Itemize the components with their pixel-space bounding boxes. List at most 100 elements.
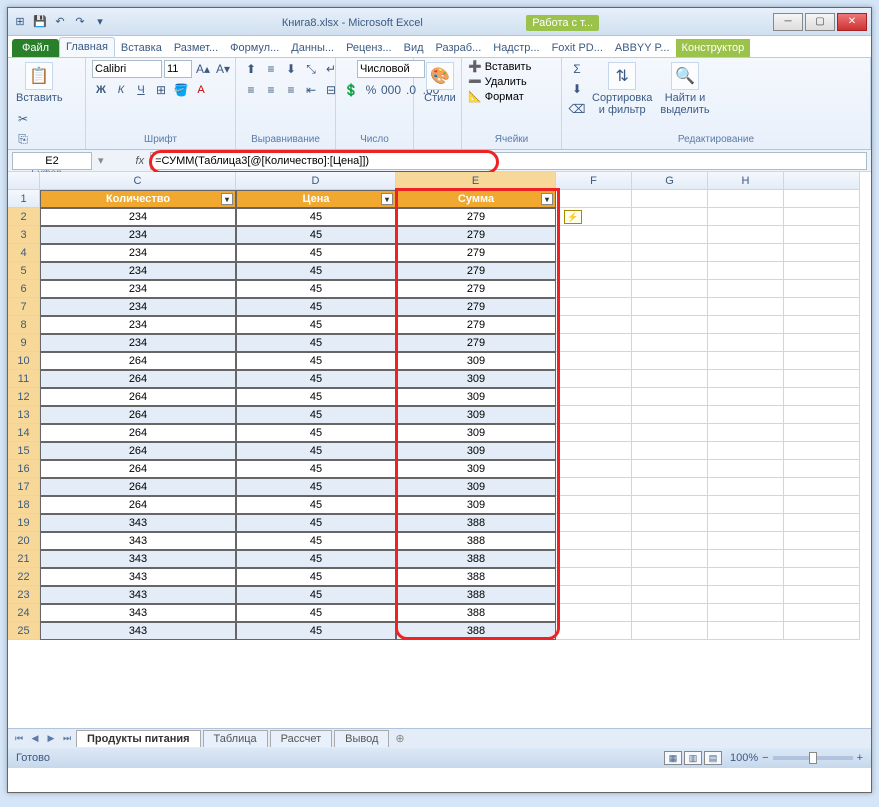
cell[interactable]	[708, 622, 784, 640]
namebox-dropdown-icon[interactable]: ▾	[98, 154, 104, 167]
font-name-input[interactable]	[92, 60, 162, 78]
cell-grid[interactable]: CDEFGH1Количество▾Цена▾Сумма▾22344527932…	[8, 172, 871, 640]
cell[interactable]	[632, 280, 708, 298]
row-header[interactable]: 24	[8, 604, 40, 622]
cell[interactable]	[708, 370, 784, 388]
cell[interactable]	[784, 370, 860, 388]
cell[interactable]	[556, 478, 632, 496]
cell[interactable]: 264	[40, 406, 236, 424]
cell[interactable]	[632, 568, 708, 586]
cell[interactable]	[784, 604, 860, 622]
row-header[interactable]: 7	[8, 298, 40, 316]
cell[interactable]: 45	[236, 424, 396, 442]
cell[interactable]	[708, 514, 784, 532]
cell[interactable]: 45	[236, 442, 396, 460]
row-header[interactable]: 21	[8, 550, 40, 568]
cell[interactable]	[556, 496, 632, 514]
row-header[interactable]: 6	[8, 280, 40, 298]
cell[interactable]: 45	[236, 460, 396, 478]
cell[interactable]	[708, 406, 784, 424]
find-select-button[interactable]: 🔍 Найти и выделить	[658, 60, 711, 118]
filter-dropdown-icon[interactable]: ▾	[381, 193, 393, 205]
cell[interactable]	[556, 406, 632, 424]
row-header[interactable]: 3	[8, 226, 40, 244]
italic-icon[interactable]: К	[112, 81, 130, 99]
row-header[interactable]: 10	[8, 352, 40, 370]
tab-abbyy[interactable]: ABBYY P...	[609, 39, 676, 57]
tab-home[interactable]: Главная	[59, 37, 115, 57]
currency-icon[interactable]: 💲	[342, 81, 360, 99]
cell[interactable]: 343	[40, 622, 236, 640]
cell[interactable]	[556, 388, 632, 406]
cell[interactable]	[784, 586, 860, 604]
cell[interactable]: 45	[236, 478, 396, 496]
row-header[interactable]: 9	[8, 334, 40, 352]
cell[interactable]	[784, 442, 860, 460]
column-header[interactable]: H	[708, 172, 784, 190]
comma-icon[interactable]: 000	[382, 81, 400, 99]
cell[interactable]: 234	[40, 244, 236, 262]
sort-filter-button[interactable]: ⇅ Сортировка и фильтр	[590, 60, 654, 118]
cell[interactable]: 279	[396, 334, 556, 352]
cell[interactable]: 279	[396, 298, 556, 316]
cell[interactable]: 45	[236, 604, 396, 622]
cell[interactable]	[632, 406, 708, 424]
cell[interactable]	[632, 262, 708, 280]
row-header[interactable]: 5	[8, 262, 40, 280]
row-header[interactable]: 11	[8, 370, 40, 388]
cell[interactable]	[556, 568, 632, 586]
cell[interactable]	[708, 208, 784, 226]
bold-icon[interactable]: Ж	[92, 81, 110, 99]
sheet-tab[interactable]: Рассчет	[270, 730, 333, 747]
cell[interactable]	[556, 550, 632, 568]
table-header[interactable]: Цена▾	[236, 190, 396, 208]
font-size-input[interactable]	[164, 60, 192, 78]
cell[interactable]: 234	[40, 280, 236, 298]
cell[interactable]	[632, 388, 708, 406]
cell[interactable]	[708, 280, 784, 298]
cell[interactable]: 388	[396, 586, 556, 604]
maximize-button[interactable]: ▢	[805, 13, 835, 31]
page-layout-view-icon[interactable]: ▥	[684, 751, 702, 765]
cell[interactable]	[784, 226, 860, 244]
cell[interactable]: 45	[236, 280, 396, 298]
cell[interactable]	[784, 568, 860, 586]
tab-file[interactable]: Файл	[12, 39, 59, 57]
cell[interactable]: 264	[40, 460, 236, 478]
cell[interactable]: 45	[236, 532, 396, 550]
cell[interactable]	[784, 532, 860, 550]
cell[interactable]: 309	[396, 406, 556, 424]
row-header[interactable]: 13	[8, 406, 40, 424]
border-icon[interactable]: ⊞	[152, 81, 170, 99]
cell[interactable]: 309	[396, 370, 556, 388]
cell[interactable]	[632, 550, 708, 568]
sheet-tab-active[interactable]: Продукты питания	[76, 730, 201, 747]
cell[interactable]: 309	[396, 424, 556, 442]
cell[interactable]: 309	[396, 352, 556, 370]
new-sheet-icon[interactable]: ⊕	[395, 732, 404, 745]
cell[interactable]: 45	[236, 298, 396, 316]
cell[interactable]	[632, 478, 708, 496]
cell[interactable]	[632, 586, 708, 604]
cell[interactable]	[556, 226, 632, 244]
column-header[interactable]: E	[396, 172, 556, 190]
cell[interactable]: 279	[396, 244, 556, 262]
cell[interactable]	[632, 226, 708, 244]
cell[interactable]	[708, 478, 784, 496]
tab-developer[interactable]: Разраб...	[430, 39, 488, 57]
cell[interactable]: 45	[236, 370, 396, 388]
cell[interactable]	[708, 550, 784, 568]
cell[interactable]: 309	[396, 478, 556, 496]
cell[interactable]	[708, 604, 784, 622]
row-header[interactable]: 14	[8, 424, 40, 442]
cell[interactable]	[708, 316, 784, 334]
qat-dropdown-icon[interactable]: ▾	[92, 14, 108, 30]
page-break-view-icon[interactable]: ▤	[704, 751, 722, 765]
row-header[interactable]: 8	[8, 316, 40, 334]
select-all[interactable]	[8, 172, 40, 190]
cell[interactable]	[556, 532, 632, 550]
cell[interactable]	[632, 622, 708, 640]
cell[interactable]	[784, 208, 860, 226]
cell[interactable]: 45	[236, 208, 396, 226]
name-box[interactable]: E2	[12, 152, 92, 170]
